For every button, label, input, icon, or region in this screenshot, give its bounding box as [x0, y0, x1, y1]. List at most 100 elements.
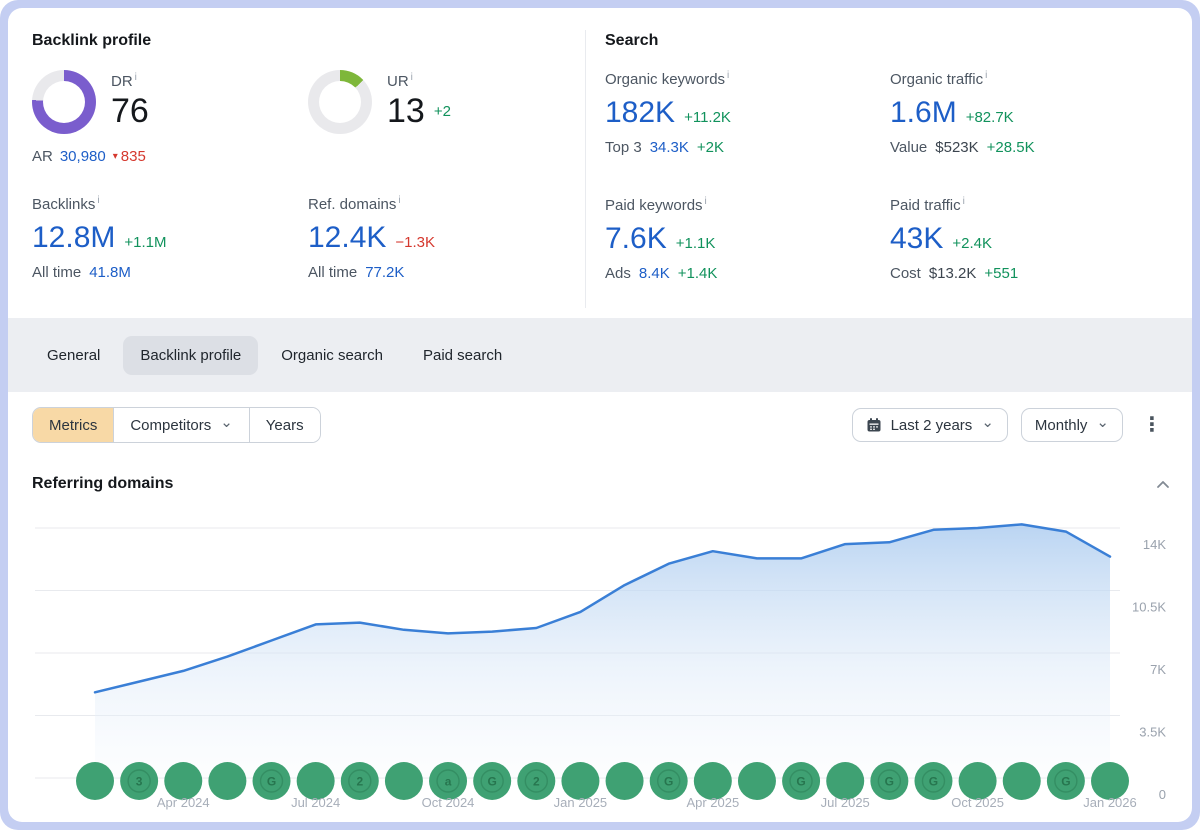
ads-value[interactable]: 8.4K — [639, 265, 670, 282]
event-badge-label: 3 — [136, 775, 143, 789]
event-badge-label: 2 — [356, 775, 363, 789]
event-badge-label: G — [885, 775, 894, 789]
info-icon[interactable]: i — [963, 196, 965, 207]
y-axis-label: 3.5K — [1139, 725, 1166, 740]
organic-traffic-value[interactable]: 1.6M — [890, 96, 957, 129]
x-axis-label: Oct 2025 — [951, 795, 1004, 810]
organic-traffic-delta: +82.7K — [966, 109, 1014, 126]
backlink-profile-panel: Backlink profile DRi 76 AR 30,980 — [8, 8, 585, 318]
tab-general[interactable]: General — [30, 336, 117, 375]
info-icon[interactable]: i — [97, 195, 99, 206]
event-marker[interactable] — [606, 762, 644, 800]
ur-delta: +2 — [434, 103, 451, 120]
kebab-menu-button[interactable]: ⋮ — [1136, 415, 1168, 435]
top3-value[interactable]: 34.3K — [650, 139, 689, 156]
info-icon[interactable]: i — [411, 72, 413, 83]
event-marker[interactable] — [738, 762, 776, 800]
chevron-up-icon — [1154, 477, 1172, 491]
search-title: Search — [605, 32, 1192, 50]
date-range-button[interactable]: Last 2 years ⌄ — [852, 408, 1008, 442]
dr-block: DRi 76 AR 30,980 ▾ 835 — [32, 70, 308, 165]
event-badge-label: 2 — [533, 775, 540, 789]
interval-button[interactable]: Monthly ⌄ — [1021, 408, 1123, 442]
y-axis-label: 14K — [1143, 537, 1166, 552]
info-icon[interactable]: i — [398, 195, 400, 206]
x-axis-label: Jan 2026 — [1083, 795, 1137, 810]
tab-organic-search[interactable]: Organic search — [264, 336, 400, 375]
view-segmented-control: Metrics Competitors⌄ Years — [32, 407, 321, 443]
info-icon[interactable]: i — [727, 70, 729, 81]
ar-value[interactable]: 30,980 — [60, 148, 106, 165]
competitors-button[interactable]: Competitors⌄ — [114, 408, 249, 442]
years-button[interactable]: Years — [250, 408, 320, 442]
backlink-profile-title: Backlink profile — [32, 32, 585, 50]
chevron-down-icon: ⌄ — [981, 415, 994, 430]
event-badge-label: G — [796, 775, 805, 789]
ref-domains-value[interactable]: 12.4K — [308, 221, 386, 254]
info-icon[interactable]: i — [985, 70, 987, 81]
metrics-button[interactable]: Metrics — [33, 408, 114, 442]
event-marker[interactable] — [208, 762, 246, 800]
dr-value: 76 — [111, 92, 149, 131]
referring-domains-chart[interactable]: 14K10.5K7K3.5K03G2aG2GGGGGApr 2024Jul 20… — [8, 515, 1192, 822]
event-badge-label: G — [929, 775, 938, 789]
event-badge-label: G — [664, 775, 673, 789]
x-axis-label: Jul 2025 — [821, 795, 870, 810]
calendar-icon — [866, 417, 882, 433]
ref-domains-delta: −1.3K — [395, 234, 435, 251]
tab-paid-search[interactable]: Paid search — [406, 336, 519, 375]
event-badge-label: G — [488, 775, 497, 789]
chevron-down-icon: ⌄ — [1096, 415, 1109, 430]
organic-keywords-value[interactable]: 182K — [605, 96, 675, 129]
triangle-down-icon: ▾ — [113, 151, 118, 162]
cost-value: $13.2K — [929, 265, 977, 282]
backlinks-alltime-value[interactable]: 41.8M — [89, 264, 131, 281]
event-marker[interactable] — [76, 762, 114, 800]
chart-controls: Metrics Competitors⌄ Years Last 2 years … — [8, 392, 1192, 458]
y-axis-label: 7K — [1150, 662, 1166, 677]
organic-keywords-delta: +11.2K — [684, 109, 731, 126]
ar-delta: 835 — [121, 148, 146, 165]
ur-donut — [308, 70, 372, 134]
paid-keywords-value[interactable]: 7.6K — [605, 222, 667, 255]
event-badge-label: G — [267, 775, 276, 789]
ur-block: URi 13 +2 — [308, 70, 585, 165]
app-window: Backlink profile DRi 76 AR 30,980 — [0, 0, 1200, 830]
event-marker[interactable] — [385, 762, 423, 800]
ref-domains-stat: Ref. domainsi 12.4K −1.3K All time 77.2K — [308, 195, 585, 281]
x-axis-label: Apr 2024 — [157, 795, 210, 810]
x-axis-label: Jul 2024 — [291, 795, 340, 810]
event-marker[interactable] — [1003, 762, 1041, 800]
paid-traffic-stat: Paid traffici 43K +2.4K Cost $13.2K +551 — [890, 196, 1192, 282]
ar-label: AR — [32, 148, 53, 165]
event-badge-label: G — [1061, 775, 1070, 789]
ref-domains-alltime-value[interactable]: 77.2K — [365, 264, 404, 281]
organic-traffic-stat: Organic traffici 1.6M +82.7K Value $523K… — [890, 70, 1192, 156]
ur-label: UR — [387, 73, 409, 90]
chevron-down-icon: ⌄ — [220, 415, 233, 430]
paid-traffic-value[interactable]: 43K — [890, 222, 943, 255]
referring-domains-header: Referring domains — [32, 470, 1172, 498]
dr-donut — [32, 70, 96, 134]
paid-keywords-stat: Paid keywordsi 7.6K +1.1K Ads 8.4K +1.4K — [605, 196, 890, 282]
x-axis-label: Jan 2025 — [554, 795, 608, 810]
organic-keywords-stat: Organic keywordsi 182K +11.2K Top 3 34.3… — [605, 70, 890, 156]
backlinks-delta: +1.1M — [124, 234, 166, 251]
info-icon[interactable]: i — [705, 196, 707, 207]
y-axis-label: 10.5K — [1132, 600, 1166, 615]
report-tabbar: General Backlink profile Organic search … — [8, 318, 1192, 392]
ar-row: AR 30,980 ▾ 835 — [32, 148, 308, 165]
backlinks-value[interactable]: 12.8M — [32, 221, 115, 254]
overview-section: Backlink profile DRi 76 AR 30,980 — [8, 8, 1192, 318]
paid-keywords-delta: +1.1K — [676, 235, 716, 252]
ur-value: 13 — [387, 92, 425, 131]
info-icon[interactable]: i — [135, 72, 137, 83]
x-axis-label: Apr 2025 — [686, 795, 739, 810]
search-panel: Search Organic keywordsi 182K +11.2K Top… — [585, 8, 1192, 318]
collapse-section-button[interactable] — [1154, 477, 1172, 491]
traffic-value-amount: $523K — [935, 139, 978, 156]
y-axis-label: 0 — [1159, 787, 1166, 802]
tab-backlink-profile[interactable]: Backlink profile — [123, 336, 258, 375]
x-axis-label: Oct 2024 — [422, 795, 475, 810]
dr-label: DR — [111, 73, 133, 90]
